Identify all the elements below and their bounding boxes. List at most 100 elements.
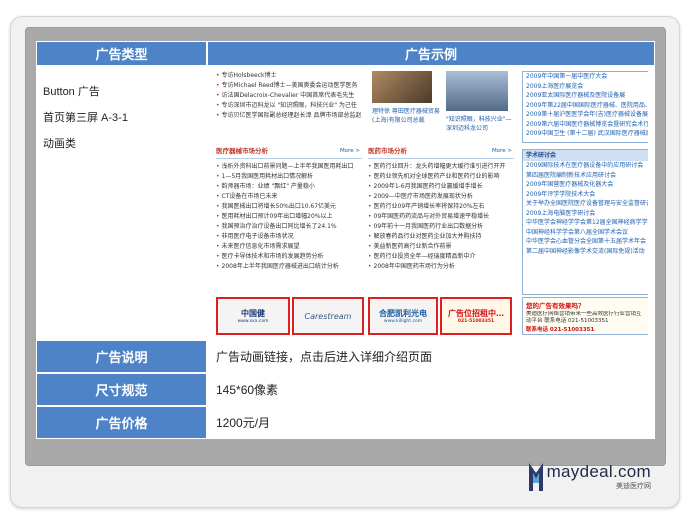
list-item[interactable]: • 专访Michael Reed博士—美国奥委会运动医学医务 <box>216 81 366 91</box>
list-item[interactable]: • 09年国医药药流品与对外贸易增速平稳增长 <box>368 212 514 222</box>
more-link[interactable]: More > <box>492 145 512 158</box>
label-ad-description: 广告说明 <box>36 340 207 373</box>
button-ad-logo[interactable]: 中国健 www.xxx.com <box>216 297 290 335</box>
list-item[interactable]: • 医用耗材出口预计09年出口增幅20%以上 <box>216 212 362 222</box>
button-ad-logo[interactable]: Carestream <box>292 297 364 335</box>
exhibition-link[interactable]: 2009第十届沪医医学会年(吉)医疗器械设备展览 <box>523 110 648 120</box>
ad-spec-panel: 广告类型 广告示例 Button 广告 首页第三屏 A-3-1 动画类 • 专访H… <box>25 27 666 466</box>
header-ad-example: 广告示例 <box>207 41 655 66</box>
list-item[interactable]: • 访法国Delacroix-Chevalier 中国首席代表毛先生 <box>216 91 366 101</box>
bullet-icon: • <box>368 233 372 240</box>
interview-photo[interactable] <box>372 71 432 103</box>
list-item[interactable]: • 医药行业投资全年—经瑞度精品新中介 <box>368 252 514 262</box>
label-ad-price: 广告价格 <box>36 406 207 439</box>
exhibition-link[interactable]: 2009年第22届中国国际医疗器械、医院用品、实 <box>523 101 648 111</box>
example-screenshot: • 专访Holsbeeck博士 • 专访Michael Reed博士—美国奥委会运动… <box>214 71 648 335</box>
list-item[interactable]: • 09年前十一月我国医药行业出口数据分析 <box>368 222 514 232</box>
outer-card: 广告类型 广告示例 Button 广告 首页第三屏 A-3-1 动画类 • 专访H… <box>10 16 680 508</box>
list-item[interactable]: • 专访贝亿医学国际副总经理赵长漳 品牌市场部总监赵 <box>216 111 366 121</box>
bullet-icon: • <box>368 213 372 220</box>
brand-logo[interactable]: maydeal.com 美迪医疗网 <box>528 462 651 491</box>
ad-type-cell: Button 广告 首页第三屏 A-3-1 动画类 <box>36 66 207 340</box>
list-item[interactable]: • 2009年1-6月我国医药行业赢缓增手增长 <box>368 182 514 192</box>
list-item[interactable]: • 医药业领先机对全球医药产业和医药行业的影响 <box>368 172 514 182</box>
list-item[interactable]: • 1—5月我国医用耗材出口情况解析 <box>216 172 362 182</box>
bullet-icon: • <box>216 193 220 200</box>
bullet-icon: • <box>216 263 220 270</box>
bullet-icon: • <box>368 223 372 230</box>
value-ad-price: 1200元/月 <box>207 406 655 439</box>
bullet-icon: • <box>216 213 220 220</box>
seminar-link[interactable]: 第四届医院编制新技术应用研讨会 <box>523 171 648 181</box>
list-item[interactable]: • 医疗卡导体技术和市场的发展趋势分析 <box>216 252 362 262</box>
bullet-icon: • <box>368 193 372 200</box>
interview-photo[interactable] <box>446 71 508 111</box>
self-promo-ad[interactable]: 您的广告有效果吗？ 美迪医疗网络营销带来一些高效医疗行业营销互动平台 联系电话 … <box>522 297 648 335</box>
seminar-link[interactable]: 第二届中国神经影像学术交流(国际免规)活动 <box>523 247 648 257</box>
bullet-icon: • <box>368 253 372 260</box>
list-item[interactable]: • 2009—中医疗市场医药发展现状分析 <box>368 192 514 202</box>
list-item[interactable]: • 我国预治疗治疗设备出口同比增长了24.1% <box>216 222 362 232</box>
maydeal-logo-icon <box>528 463 543 491</box>
seminar-title: 学术研讨会 <box>523 150 648 161</box>
label-size-spec: 尺寸规范 <box>36 373 207 406</box>
bullet-icon: • <box>368 163 372 170</box>
bullet-icon: • <box>216 223 220 230</box>
list-item[interactable]: • 专访Holsbeeck博士 <box>216 71 366 81</box>
more-link[interactable]: More > <box>340 145 360 158</box>
list-item[interactable]: • 医药行业回升：龙头药增幅更大缓行谁引进行开开 <box>368 162 514 172</box>
button-ad-logo[interactable]: 合肥凯利光电 www.killight.com <box>368 297 438 335</box>
exhibition-link[interactable]: 2009上海医疗展览会 <box>523 82 648 92</box>
button-ad-logo[interactable]: 广告位招租中… 021-51003351 <box>440 297 512 335</box>
list-item[interactable]: • 医药行业09年产销增长率将保持20%左右 <box>368 202 514 212</box>
bullet-icon: • <box>216 163 220 170</box>
device-market-section: 医疗器械市场分析 More > • 浅析外资科出口前景问题—上半年我国医用耗出口 • 1… <box>216 145 362 272</box>
pharma-market-section: 医药市场分析 More > • 医药行业回升：龙头药增幅更大缓行谁引进行开开 • 医药业… <box>368 145 514 272</box>
brand-name: maydeal.com <box>546 462 651 481</box>
list-item[interactable]: • 专访深圳市迈科龙以 "知识照眼，科技兴业" 为己任 <box>216 101 366 111</box>
bullet-icon: • <box>216 203 220 210</box>
list-item[interactable]: • 2008年中国医药市场行为分析 <box>368 262 514 272</box>
section-title: 医疗器械市场分析 More > <box>216 145 362 159</box>
ad-type-line: 首页第三屏 A-3-1 <box>43 112 128 124</box>
seminar-box: 学术研讨会 2009国际技术在医疗器设备中的应用研讨会 第四届医院编制新技术应用研… <box>522 149 648 295</box>
seminar-link[interactable]: 中华医学会神经学学会第12届全国神经病学学术 <box>523 218 648 228</box>
seminar-link[interactable]: 2009上海电脑医学研讨会 <box>523 209 648 219</box>
ad-type-line: Button 广告 <box>43 86 100 98</box>
seminar-link[interactable]: 2009年评学学院技术大会 <box>523 190 648 200</box>
exhibition-link[interactable]: 2009年中国第一届中医疗大会 <box>523 72 648 82</box>
seminar-link[interactable]: 中华医学会心血管分会全国第十五届学术年会 <box>523 237 648 247</box>
bullet-icon: • <box>368 173 372 180</box>
bullet-icon: • <box>216 243 220 250</box>
list-item[interactable]: • 2008年上半年我国医疗器械进出口统计分析 <box>216 262 362 272</box>
photo-caption[interactable]: "知识照眼，科技兴业"—深圳迈科龙公司 <box>446 115 516 133</box>
bullet-icon: • <box>368 263 372 270</box>
exhibition-link[interactable]: 2009第六届中国医疗器械博览会暨研究会术行、 <box>523 120 648 130</box>
bullet-icon: • <box>368 203 372 210</box>
ad-type-line: 动画类 <box>43 138 76 150</box>
exhibition-link[interactable]: 2009亚太国际医疗器械及医院设备展 <box>523 91 648 101</box>
bullet-icon: • <box>216 173 220 180</box>
exhibition-box: 2009年中国第一届中医疗大会 2009上海医疗展览会 2009亚太国际医疗器械及医… <box>522 71 648 143</box>
value-ad-description: 广告动画链接，点击后进入详细介绍页面 <box>207 340 655 373</box>
list-item[interactable]: • 未来医疗信息化市场需求展望 <box>216 242 362 252</box>
seminar-link[interactable]: 关于举办全国医院医疗设备管理与安全监督研讨 <box>523 199 648 209</box>
seminar-link[interactable]: 2009国际技术在医疗器设备中的应用研讨会 <box>523 161 648 171</box>
bullet-icon: • <box>216 233 220 240</box>
list-item[interactable]: • 浅析外资科出口前景问题—上半年我国医用耗出口 <box>216 162 362 172</box>
list-item[interactable]: • 解放春药品行业对医药企业加大并购扶持 <box>368 232 514 242</box>
list-item[interactable]: • 美益新医药高行业新合作前景 <box>368 242 514 252</box>
seminar-link[interactable]: 中国神经科学学会第八届全国学术会议 <box>523 228 648 238</box>
seminar-link[interactable]: 2009年国营医疗器械及化器大会 <box>523 180 648 190</box>
bullet-icon: • <box>216 183 220 190</box>
list-item[interactable]: • 非用医疗电子设备市场状况 <box>216 232 362 242</box>
list-item[interactable]: • 韵师器市场：业绩 "飘红" 产量稳小 <box>216 182 362 192</box>
list-item[interactable]: • 我国医械出口将增长50%出口10.67亿美元 <box>216 202 362 212</box>
ad-example-cell: • 专访Holsbeeck博士 • 专访Michael Reed博士—美国奥委会运动… <box>207 66 655 340</box>
ad-spec-table: 广告类型 广告示例 Button 广告 首页第三屏 A-3-1 动画类 • 专访H… <box>36 41 655 439</box>
bullet-icon: • <box>216 253 220 260</box>
photo-caption[interactable]: 理特徐 尊田医疗器械贸易(上海)有限公司总裁 <box>372 107 442 125</box>
top-interview-list: • 专访Holsbeeck博士 • 专访Michael Reed博士—美国奥委会运动… <box>216 71 366 121</box>
exhibition-link[interactable]: 2009中国卫生 (第十二届) 武汉国际医疗器械展 <box>523 129 648 139</box>
list-item[interactable]: • CT设备在市场已未来 <box>216 192 362 202</box>
